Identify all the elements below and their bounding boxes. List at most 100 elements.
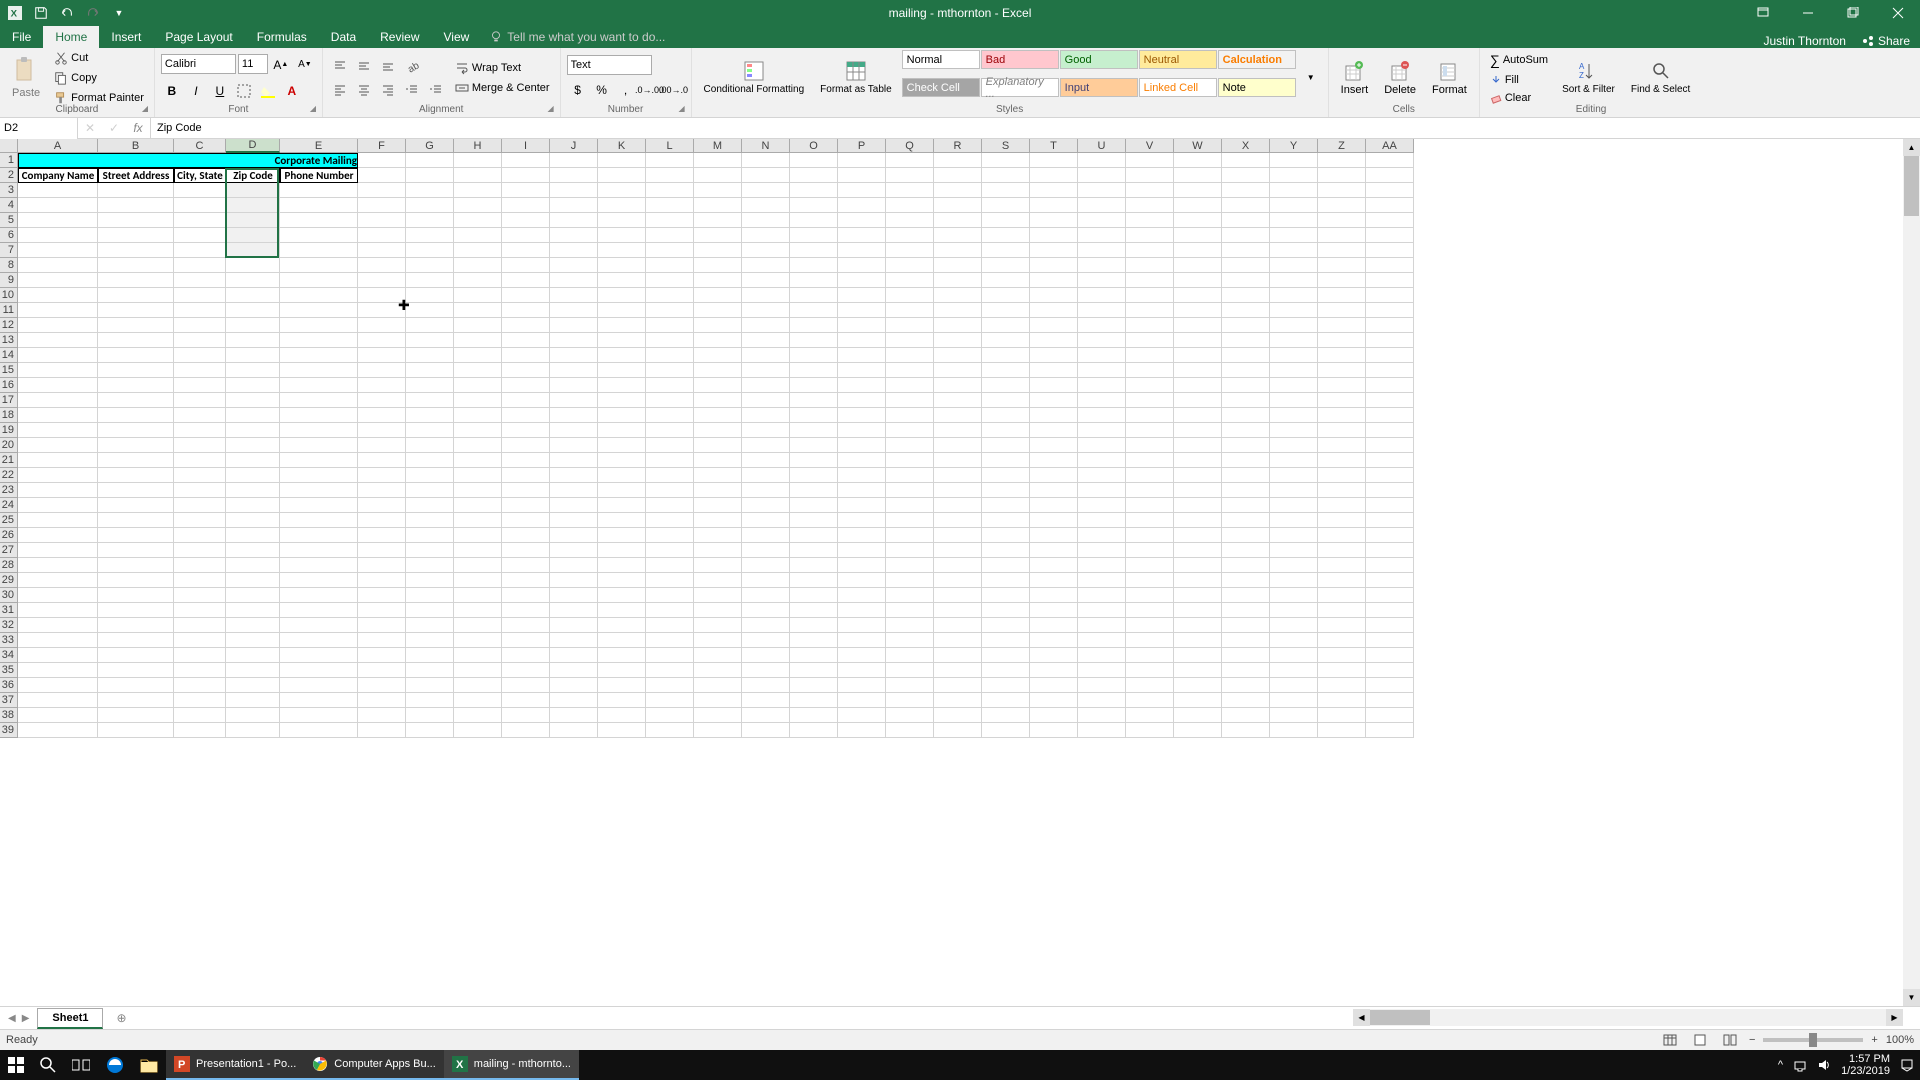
cell-Q20[interactable]: [886, 438, 934, 453]
cell-Q19[interactable]: [886, 423, 934, 438]
cell-S36[interactable]: [982, 678, 1030, 693]
cell-E21[interactable]: [280, 453, 358, 468]
cell-H22[interactable]: [454, 468, 502, 483]
enter-formula-button[interactable]: ✓: [102, 118, 126, 139]
cell-R36[interactable]: [934, 678, 982, 693]
cell-N22[interactable]: [742, 468, 790, 483]
cell-P25[interactable]: [838, 513, 886, 528]
cell-N1[interactable]: [742, 153, 790, 168]
cell-O28[interactable]: [790, 558, 838, 573]
cell-W3[interactable]: [1174, 183, 1222, 198]
cell-Y34[interactable]: [1270, 648, 1318, 663]
cell-M30[interactable]: [694, 588, 742, 603]
decrease-decimal-button[interactable]: .00→.0: [663, 79, 685, 101]
cell-W4[interactable]: [1174, 198, 1222, 213]
cell-X31[interactable]: [1222, 603, 1270, 618]
cell-U15[interactable]: [1078, 363, 1126, 378]
border-button[interactable]: [233, 80, 255, 102]
cell-B26[interactable]: [98, 528, 174, 543]
cell-F30[interactable]: [358, 588, 406, 603]
cell-D2[interactable]: Zip Code: [226, 168, 280, 183]
cell-O4[interactable]: [790, 198, 838, 213]
cell-T12[interactable]: [1030, 318, 1078, 333]
cell-O29[interactable]: [790, 573, 838, 588]
cell-A6[interactable]: [18, 228, 98, 243]
cell-W22[interactable]: [1174, 468, 1222, 483]
vertical-scrollbar[interactable]: ▲ ▼: [1903, 139, 1920, 1006]
cell-B9[interactable]: [98, 273, 174, 288]
cell-X5[interactable]: [1222, 213, 1270, 228]
cell-I22[interactable]: [502, 468, 550, 483]
cell-H1[interactable]: [454, 153, 502, 168]
cell-AA31[interactable]: [1366, 603, 1414, 618]
cell-A21[interactable]: [18, 453, 98, 468]
cell-R25[interactable]: [934, 513, 982, 528]
cell-E33[interactable]: [280, 633, 358, 648]
cell-G19[interactable]: [406, 423, 454, 438]
cell-E31[interactable]: [280, 603, 358, 618]
cell-F29[interactable]: [358, 573, 406, 588]
cell-C11[interactable]: [174, 303, 226, 318]
cell-D35[interactable]: [226, 663, 280, 678]
row-header-34[interactable]: 34: [0, 648, 18, 663]
cell-B32[interactable]: [98, 618, 174, 633]
cell-N20[interactable]: [742, 438, 790, 453]
cell-M22[interactable]: [694, 468, 742, 483]
cell-C33[interactable]: [174, 633, 226, 648]
cell-H34[interactable]: [454, 648, 502, 663]
cell-I15[interactable]: [502, 363, 550, 378]
align-right-button[interactable]: [377, 79, 399, 101]
cell-W33[interactable]: [1174, 633, 1222, 648]
cell-S19[interactable]: [982, 423, 1030, 438]
cell-E37[interactable]: [280, 693, 358, 708]
cell-C10[interactable]: [174, 288, 226, 303]
col-header-L[interactable]: L: [646, 139, 694, 153]
cell-O19[interactable]: [790, 423, 838, 438]
cell-J1[interactable]: [550, 153, 598, 168]
cell-Q3[interactable]: [886, 183, 934, 198]
row-header-2[interactable]: 2: [0, 168, 18, 183]
cell-A7[interactable]: [18, 243, 98, 258]
cell-Q34[interactable]: [886, 648, 934, 663]
col-header-X[interactable]: X: [1222, 139, 1270, 153]
cell-U19[interactable]: [1078, 423, 1126, 438]
cell-P7[interactable]: [838, 243, 886, 258]
cell-V26[interactable]: [1126, 528, 1174, 543]
cell-Z27[interactable]: [1318, 543, 1366, 558]
cell-Z18[interactable]: [1318, 408, 1366, 423]
cell-G14[interactable]: [406, 348, 454, 363]
cell-M39[interactable]: [694, 723, 742, 738]
cell-M29[interactable]: [694, 573, 742, 588]
cell-U3[interactable]: [1078, 183, 1126, 198]
cell-V2[interactable]: [1126, 168, 1174, 183]
cell-Z10[interactable]: [1318, 288, 1366, 303]
cell-W2[interactable]: [1174, 168, 1222, 183]
save-button[interactable]: [30, 2, 52, 24]
alignment-launcher[interactable]: ◢: [548, 104, 558, 114]
cell-N8[interactable]: [742, 258, 790, 273]
cell-Q28[interactable]: [886, 558, 934, 573]
col-header-W[interactable]: W: [1174, 139, 1222, 153]
cell-O35[interactable]: [790, 663, 838, 678]
row-header-28[interactable]: 28: [0, 558, 18, 573]
cell-D10[interactable]: [226, 288, 280, 303]
cell-Z37[interactable]: [1318, 693, 1366, 708]
cell-S14[interactable]: [982, 348, 1030, 363]
cell-B22[interactable]: [98, 468, 174, 483]
col-header-P[interactable]: P: [838, 139, 886, 153]
cell-Y11[interactable]: [1270, 303, 1318, 318]
cell-V30[interactable]: [1126, 588, 1174, 603]
cell-D28[interactable]: [226, 558, 280, 573]
cell-Q8[interactable]: [886, 258, 934, 273]
cell-S17[interactable]: [982, 393, 1030, 408]
cell-I7[interactable]: [502, 243, 550, 258]
cell-B35[interactable]: [98, 663, 174, 678]
cell-P20[interactable]: [838, 438, 886, 453]
cell-S13[interactable]: [982, 333, 1030, 348]
cell-C26[interactable]: [174, 528, 226, 543]
cell-E29[interactable]: [280, 573, 358, 588]
cell-E13[interactable]: [280, 333, 358, 348]
cell-I34[interactable]: [502, 648, 550, 663]
cell-Q23[interactable]: [886, 483, 934, 498]
cell-L20[interactable]: [646, 438, 694, 453]
